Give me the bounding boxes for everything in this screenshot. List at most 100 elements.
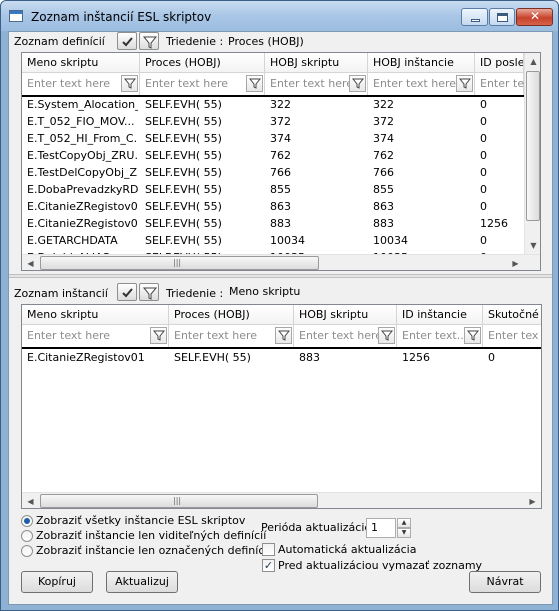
refresh-button[interactable]: Aktualizuj bbox=[106, 571, 178, 593]
filter-icon[interactable] bbox=[464, 327, 481, 344]
scroll-down-arrow[interactable]: ▼ bbox=[525, 237, 540, 254]
table-cell[interactable]: SELF.EVH( 55) bbox=[140, 217, 263, 234]
scroll-thumb[interactable] bbox=[526, 71, 540, 221]
table-cell[interactable]: 374 bbox=[265, 132, 366, 149]
table-cell[interactable]: E.CitanieZRegistov01 bbox=[22, 351, 167, 368]
table-cell[interactable]: E.DobaPrevadzkyRD bbox=[22, 183, 138, 200]
table-cell[interactable]: 0 bbox=[475, 200, 524, 217]
copy-button[interactable]: Kopíruj bbox=[21, 571, 93, 593]
scroll-left-arrow[interactable]: ◀ bbox=[22, 493, 39, 508]
filter-input[interactable]: Enter text here bbox=[265, 73, 368, 95]
table-cell[interactable]: 374 bbox=[368, 132, 473, 149]
title-bar[interactable]: Zoznam inštancií ESL skriptov ✕ bbox=[1, 1, 558, 31]
scroll-right-arrow[interactable]: ▶ bbox=[524, 493, 541, 508]
auto-refresh-checkbox[interactable] bbox=[262, 543, 275, 556]
column-header[interactable]: ID inštancie bbox=[397, 305, 483, 325]
definitions-vertical-scrollbar[interactable]: ▲ ▼ bbox=[524, 53, 540, 254]
table-cell[interactable]: 1256 bbox=[475, 217, 524, 234]
clear-before-refresh-checkbox[interactable]: ✓ bbox=[262, 559, 275, 572]
definitions-horizontal-scrollbar[interactable]: ◀ ||| ▶ bbox=[22, 254, 540, 270]
filter-input[interactable]: Enter text here bbox=[294, 325, 397, 347]
definitions-filter-button[interactable] bbox=[139, 32, 159, 50]
table-cell[interactable]: 762 bbox=[265, 149, 366, 166]
column-header[interactable]: HOBJ skriptu bbox=[294, 305, 397, 325]
table-cell[interactable]: 883 bbox=[265, 217, 366, 234]
table-cell[interactable]: SELF.EVH( 55) bbox=[140, 183, 263, 200]
filter-input[interactable]: Enter text here bbox=[22, 73, 140, 95]
minimize-button[interactable] bbox=[461, 8, 488, 26]
table-cell[interactable]: E.T_052_HI_From_C... bbox=[22, 132, 138, 149]
table-cell[interactable]: SELF.EVH( 55) bbox=[140, 132, 263, 149]
table-cell[interactable]: SELF.EVH( 55) bbox=[169, 351, 292, 368]
table-cell[interactable]: SELF.EVH( 55) bbox=[140, 234, 263, 251]
table-cell[interactable]: 372 bbox=[265, 115, 366, 132]
filter-icon[interactable] bbox=[275, 327, 292, 344]
filter-icon[interactable] bbox=[349, 75, 366, 92]
table-cell[interactable]: 0 bbox=[475, 234, 524, 251]
table-cell[interactable]: 883 bbox=[368, 217, 473, 234]
filter-input[interactable]: Enter text here bbox=[22, 325, 169, 347]
scroll-thumb[interactable]: ||| bbox=[40, 494, 318, 508]
column-header[interactable]: Proces (HOBJ) bbox=[169, 305, 294, 325]
table-cell[interactable]: SELF.EVH( 55) bbox=[140, 98, 263, 115]
column-header[interactable]: ID poslec bbox=[475, 53, 524, 73]
filter-input[interactable]: Enter text bbox=[475, 73, 535, 95]
instances-horizontal-scrollbar[interactable]: ◀ ||| ▶ bbox=[22, 492, 541, 508]
table-cell[interactable]: 372 bbox=[368, 115, 473, 132]
definitions-check-button[interactable] bbox=[117, 32, 137, 50]
period-input[interactable]: 1 bbox=[366, 518, 396, 538]
scroll-thumb[interactable]: ||| bbox=[40, 256, 319, 270]
table-cell[interactable]: 766 bbox=[368, 166, 473, 183]
table-cell[interactable]: 855 bbox=[265, 183, 366, 200]
table-cell[interactable]: E.T_052_FIO_MOV... bbox=[22, 115, 138, 132]
spin-down-button[interactable]: ▼ bbox=[397, 528, 411, 538]
table-cell[interactable]: 10034 bbox=[368, 234, 473, 251]
column-header[interactable]: Proces (HOBJ) bbox=[140, 53, 265, 73]
scroll-left-arrow[interactable]: ◀ bbox=[22, 255, 39, 270]
table-cell[interactable]: 322 bbox=[265, 98, 366, 115]
pane-splitter[interactable] bbox=[9, 274, 552, 278]
table-cell[interactable]: SELF.EVH( 55) bbox=[140, 200, 263, 217]
scroll-up-arrow[interactable]: ▲ bbox=[525, 53, 540, 70]
filter-icon[interactable] bbox=[378, 327, 395, 344]
table-cell[interactable]: 0 bbox=[475, 132, 524, 149]
radio-marked-definitions[interactable] bbox=[21, 545, 33, 557]
back-button[interactable]: Návrat bbox=[469, 571, 541, 593]
instances-check-button[interactable] bbox=[117, 283, 137, 301]
filter-icon[interactable] bbox=[456, 75, 473, 92]
column-header[interactable]: HOBJ inštancie bbox=[368, 53, 475, 73]
scroll-right-arrow[interactable]: ▶ bbox=[507, 255, 524, 270]
filter-icon[interactable] bbox=[150, 327, 167, 344]
table-cell[interactable]: 0 bbox=[483, 351, 541, 368]
table-cell[interactable]: 0 bbox=[475, 149, 524, 166]
table-cell[interactable]: SELF.EVH( 55) bbox=[140, 166, 263, 183]
table-cell[interactable]: E.System_Alocation_... bbox=[22, 98, 138, 115]
table-cell[interactable]: 0 bbox=[475, 166, 524, 183]
column-header[interactable]: Skutočné č bbox=[483, 305, 541, 325]
table-cell[interactable]: 762 bbox=[368, 149, 473, 166]
table-cell[interactable]: 322 bbox=[368, 98, 473, 115]
filter-icon[interactable] bbox=[246, 75, 263, 92]
table-cell[interactable]: E.GETARCHDATA bbox=[22, 234, 138, 251]
table-cell[interactable]: 883 bbox=[294, 351, 395, 368]
table-cell[interactable]: 1256 bbox=[397, 351, 481, 368]
filter-input[interactable]: Enter tex bbox=[483, 325, 541, 347]
table-cell[interactable]: E.TestCopyObj_ZRU... bbox=[22, 149, 138, 166]
table-cell[interactable]: 0 bbox=[475, 183, 524, 200]
table-cell[interactable]: SELF.EVH( 55) bbox=[140, 115, 263, 132]
table-cell[interactable]: E.CitanieZRegistov02 bbox=[22, 200, 138, 217]
instances-filter-button[interactable] bbox=[139, 283, 159, 301]
maximize-button[interactable] bbox=[489, 8, 515, 26]
radio-visible-definitions[interactable] bbox=[21, 530, 33, 542]
column-header[interactable]: HOBJ skriptu bbox=[265, 53, 368, 73]
filter-input[interactable]: Enter text here bbox=[140, 73, 265, 95]
table-cell[interactable]: 766 bbox=[265, 166, 366, 183]
table-cell[interactable]: 863 bbox=[265, 200, 366, 217]
spin-up-button[interactable]: ▲ bbox=[397, 518, 411, 528]
table-cell[interactable]: 0 bbox=[475, 98, 524, 115]
column-header[interactable]: Meno skriptu bbox=[22, 53, 140, 73]
filter-icon[interactable] bbox=[121, 75, 138, 92]
filter-input[interactable]: Enter text here bbox=[169, 325, 294, 347]
table-cell[interactable]: 0 bbox=[475, 115, 524, 132]
table-cell[interactable]: 10034 bbox=[265, 234, 366, 251]
